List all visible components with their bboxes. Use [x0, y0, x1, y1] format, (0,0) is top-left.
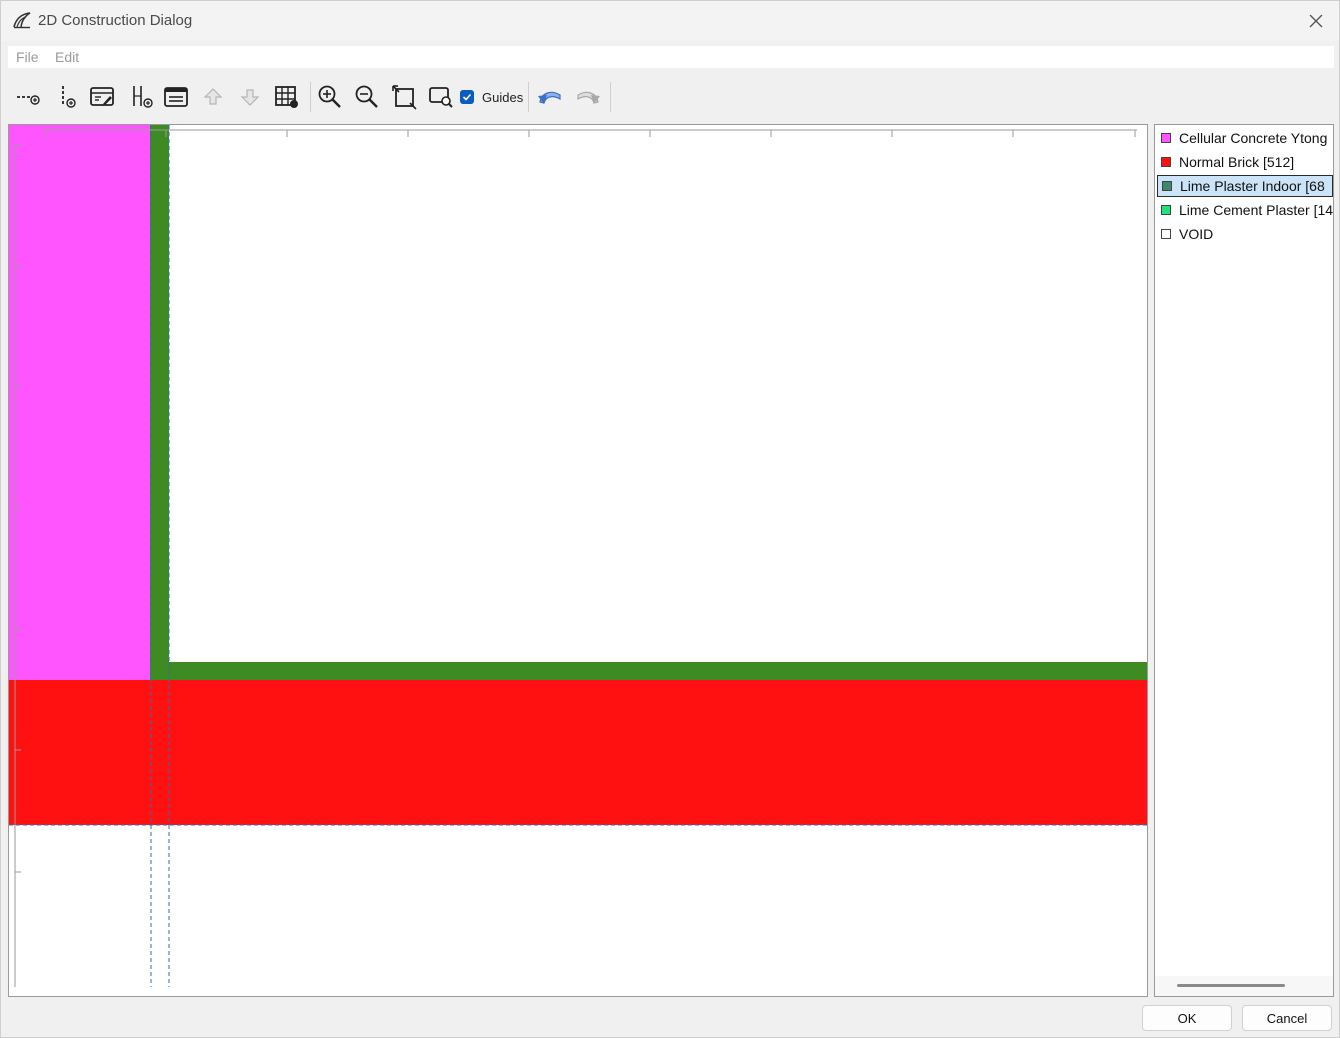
undo-button[interactable]: [536, 83, 564, 111]
toolbar-separator: [528, 82, 529, 112]
normal-brick-region[interactable]: [9, 680, 1147, 825]
properties-button[interactable]: [162, 83, 190, 111]
construction-dialog-window: 2D Construction Dialog File Edit Guides …: [0, 0, 1340, 1038]
menu-file[interactable]: File: [8, 46, 39, 65]
cancel-button[interactable]: Cancel: [1242, 1005, 1332, 1031]
material-label: Normal Brick [512]: [1179, 154, 1295, 170]
toolbar-separator: [310, 82, 311, 112]
close-icon: [1309, 14, 1323, 28]
toolbar-separator: [610, 82, 611, 112]
material-swatch: [1161, 133, 1171, 143]
material-swatch: [1161, 157, 1171, 167]
undo-icon: [538, 91, 561, 104]
distribute-lines-button[interactable]: [128, 83, 156, 111]
material-label: Lime Plaster Indoor [68: [1180, 178, 1325, 194]
title-bar: 2D Construction Dialog: [1, 1, 1339, 41]
add-vertical-line-button[interactable]: [54, 83, 82, 111]
material-item[interactable]: Cellular Concrete Ytong: [1157, 127, 1333, 149]
app-logo-icon: [13, 12, 31, 29]
zoom-in-icon: [318, 85, 341, 108]
zoom-in-button[interactable]: [316, 83, 344, 111]
move-up-button[interactable]: [199, 83, 227, 111]
close-button[interactable]: [1301, 7, 1331, 35]
guide-lines: [9, 125, 1147, 987]
cellular-concrete-region[interactable]: [9, 125, 150, 680]
window-title: 2D Construction Dialog: [38, 12, 193, 29]
add-horizontal-line-button[interactable]: [14, 83, 42, 111]
material-list: Cellular Concrete Ytong Normal Brick [51…: [1154, 124, 1334, 997]
grid-table-icon: [275, 86, 298, 108]
arrow-up-icon: [203, 88, 223, 105]
redo-icon: [577, 91, 600, 104]
add-horizontal-line-icon: [17, 95, 40, 105]
material-item[interactable]: VOID: [1157, 223, 1333, 245]
edit-region-button[interactable]: [88, 83, 116, 111]
edit-table-icon: [90, 87, 114, 106]
material-label: VOID: [1179, 226, 1214, 242]
grid-table-button[interactable]: [273, 83, 301, 111]
guides-check-icon: [460, 90, 474, 104]
guides-checkbox[interactable]: Guides: [460, 87, 523, 107]
distribute-lines-icon: [133, 86, 153, 108]
arrow-down-icon: [240, 89, 260, 106]
material-item[interactable]: Lime Cement Plaster [14: [1157, 199, 1333, 221]
material-item[interactable]: Normal Brick [512]: [1157, 151, 1333, 173]
zoom-fit-icon: [392, 85, 417, 110]
top-ruler: [44, 129, 1137, 137]
menu-edit[interactable]: Edit: [47, 46, 79, 65]
zoom-window-button[interactable]: [427, 83, 455, 111]
add-vertical-line-icon: [62, 86, 76, 108]
redo-button[interactable]: [574, 83, 602, 111]
construction-drawing: [9, 125, 1147, 987]
window-list-icon: [164, 87, 188, 107]
lime-plaster-horizontal-region[interactable]: [169, 662, 1147, 680]
zoom-out-button[interactable]: [353, 83, 381, 111]
lime-plaster-vertical-region[interactable]: [150, 125, 169, 680]
zoom-out-icon: [355, 85, 378, 108]
material-label: Lime Cement Plaster [14: [1179, 202, 1333, 218]
material-swatch: [1162, 181, 1172, 191]
zoom-window-icon: [429, 87, 453, 108]
scrollbar-thumb[interactable]: [1177, 984, 1285, 987]
ok-button[interactable]: OK: [1142, 1005, 1232, 1031]
material-swatch: [1161, 205, 1171, 215]
move-down-button[interactable]: [236, 83, 264, 111]
guides-label: Guides: [482, 89, 524, 105]
material-swatch: [1161, 229, 1171, 239]
toolbar: Guides: [8, 79, 1334, 115]
zoom-fit-button[interactable]: [390, 83, 418, 111]
material-item-selected[interactable]: Lime Plaster Indoor [68: [1157, 175, 1333, 197]
material-list-scrollbar[interactable]: [1155, 976, 1333, 996]
construction-canvas[interactable]: [8, 124, 1148, 997]
menu-bar: File Edit: [8, 46, 1334, 68]
material-label: Cellular Concrete Ytong: [1179, 130, 1328, 146]
